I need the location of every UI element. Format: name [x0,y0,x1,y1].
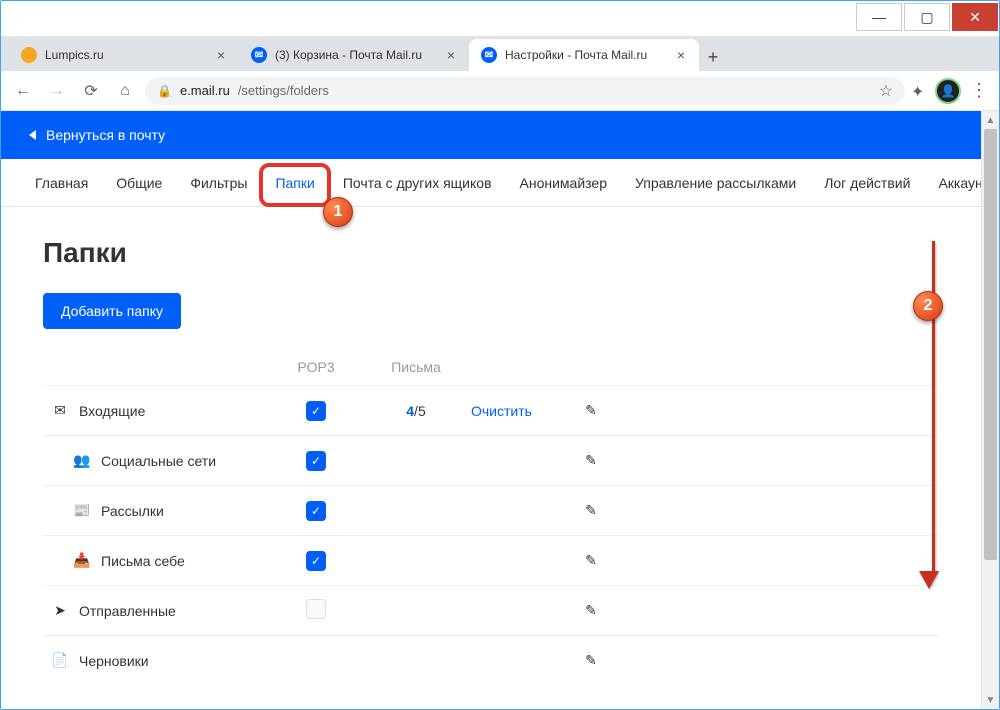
newsletter-icon: 📰 [73,502,91,520]
table-row: 📄 Черновики ✎ [43,635,939,685]
edit-icon[interactable]: ✎ [585,552,597,568]
edit-icon[interactable]: ✎ [585,502,597,518]
sent-icon: ➤ [51,602,69,620]
edit-icon[interactable]: ✎ [585,652,597,668]
new-tab-button[interactable]: + [699,43,727,71]
folder-label: Черновики [79,653,149,669]
mail-header: Вернуться в почту [1,111,981,159]
scrollbar[interactable]: ▲ ▼ [981,111,999,709]
table-row: 📰 Рассылки ✓ ✎ [43,485,939,535]
people-icon: 👥 [73,452,91,470]
folder-name-cell: 📥 Письма себе [51,552,271,570]
favicon-icon: ✉ [481,47,497,63]
edit-icon[interactable]: ✎ [585,402,597,418]
scroll-down-icon[interactable]: ▼ [982,691,999,709]
add-folder-button[interactable]: Добавить папку [43,293,181,329]
table-header: POP3 Письма [43,349,939,385]
close-icon[interactable]: × [445,47,457,63]
bookmark-icon[interactable]: ☆ [879,81,893,101]
scroll-up-icon[interactable]: ▲ [982,111,999,129]
home-button[interactable]: ⌂ [111,77,139,105]
favicon-icon: ✉ [251,47,267,63]
url-host: e.mail.ru [180,83,230,98]
reload-button[interactable]: ⟳ [77,77,105,105]
edit-icon[interactable]: ✎ [585,602,597,618]
letters-count: 4/5 [361,403,471,419]
table-row: ➤ Отправленные ✎ [43,585,939,635]
tab-title: Lumpics.ru [45,48,207,62]
back-triangle-icon [29,130,36,140]
tab-filters[interactable]: Фильтры [176,159,261,206]
tab-main[interactable]: Главная [21,159,102,206]
folder-name-cell: 👥 Социальные сети [51,452,271,470]
folder-label: Социальные сети [101,453,216,469]
tab-other-mailboxes[interactable]: Почта с других ящиков [329,159,506,206]
pop3-checkbox[interactable]: ✓ [306,551,326,571]
settings-tabs: Главная Общие Фильтры Папки Почта с друг… [1,159,981,207]
folder-name-cell: ➤ Отправленные [51,602,271,620]
envelope-icon: ✉ [51,402,69,420]
scrollbar-thumb[interactable] [984,129,997,560]
browser-tab[interactable]: ✉ Настройки - Почта Mail.ru × [469,39,699,71]
tab-folders[interactable]: Папки [261,159,328,206]
annotation-badge-1: 1 [323,197,353,227]
browser-tab[interactable]: ✉ (3) Корзина - Почта Mail.ru × [239,39,469,71]
tab-anonymizer[interactable]: Анонимайзер [506,159,621,206]
favicon-icon [21,47,37,63]
window-close-button[interactable]: ✕ [952,3,998,31]
address-bar: ← → ⟳ ⌂ 🔒 e.mail.ru/settings/folders ☆ ✦… [1,71,999,111]
close-icon[interactable]: × [215,47,227,63]
viewport: Вернуться в почту Главная Общие Фильтры … [1,111,999,709]
table-row: 📥 Письма себе ✓ ✎ [43,535,939,585]
folders-table: POP3 Письма ✉ Входящие ✓ 4/5 Очистить ✎ [43,349,939,685]
window-controls: — ▢ ✕ [855,1,999,36]
col-letters: Письма [361,359,471,375]
folder-label: Рассылки [101,503,164,519]
url-path: /settings/folders [238,83,329,98]
lock-icon: 🔒 [157,84,172,98]
folder-name-cell: 📄 Черновики [51,652,271,670]
edit-icon[interactable]: ✎ [585,452,597,468]
browser-menu-button[interactable]: ⋮ [967,80,991,101]
back-button[interactable]: ← [9,77,37,105]
extensions-icon[interactable]: ✦ [911,82,929,100]
folder-label: Письма себе [101,553,185,569]
tab-title: Настройки - Почта Mail.ru [505,48,667,62]
window-maximize-button[interactable]: ▢ [904,3,950,31]
folder-label: Входящие [79,403,145,419]
table-row: 👥 Социальные сети ✓ ✎ [43,435,939,485]
table-row: ✉ Входящие ✓ 4/5 Очистить ✎ [43,385,939,435]
tab-general[interactable]: Общие [102,159,176,206]
pop3-checkbox[interactable]: ✓ [306,451,326,471]
col-pop3: POP3 [271,359,361,375]
pop3-checkbox[interactable] [306,599,326,619]
tab-title: (3) Корзина - Почта Mail.ru [275,48,437,62]
browser-tab-strip: Lumpics.ru × ✉ (3) Корзина - Почта Mail.… [1,37,999,71]
annotation-badge-2: 2 [913,291,943,321]
tab-account[interactable]: Аккаунт [924,159,981,206]
download-icon: 📥 [73,552,91,570]
page-body: Папки Добавить папку POP3 Письма ✉ Входя… [1,207,981,709]
forward-button[interactable]: → [43,77,71,105]
pop3-checkbox[interactable]: ✓ [306,501,326,521]
page-content: Вернуться в почту Главная Общие Фильтры … [1,111,981,709]
close-icon[interactable]: × [675,47,687,63]
browser-tab[interactable]: Lumpics.ru × [9,39,239,71]
folder-name-cell: ✉ Входящие [51,402,271,420]
pop3-checkbox[interactable]: ✓ [306,401,326,421]
draft-icon: 📄 [51,652,69,670]
profile-avatar[interactable]: 👤 [935,78,961,104]
folder-name-cell: 📰 Рассылки [51,502,271,520]
window-title-bar: — ▢ ✕ [1,1,999,37]
folder-label: Отправленные [79,603,176,619]
window-minimize-button[interactable]: — [856,3,902,31]
page-title: Папки [43,237,939,269]
url-input[interactable]: 🔒 e.mail.ru/settings/folders ☆ [145,77,905,105]
back-to-mail-link[interactable]: Вернуться в почту [46,127,165,143]
tab-subscriptions[interactable]: Управление рассылками [621,159,810,206]
tab-action-log[interactable]: Лог действий [810,159,924,206]
clear-link[interactable]: Очистить [471,403,532,419]
